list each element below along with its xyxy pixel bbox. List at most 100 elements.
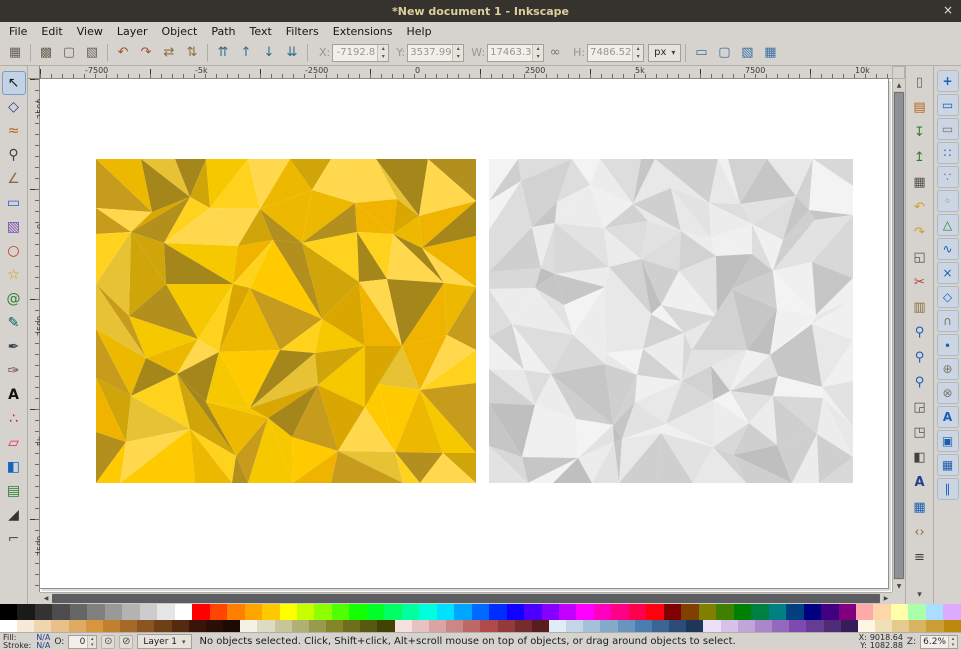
x-field-value[interactable]: -7192.8: [333, 45, 377, 61]
canvas[interactable]: [40, 79, 892, 592]
menu-object[interactable]: Object: [155, 24, 205, 39]
palette-swatch[interactable]: [34, 620, 51, 632]
palette-swatch[interactable]: [892, 620, 909, 632]
palette-swatch[interactable]: [314, 604, 331, 620]
palette-swatch[interactable]: [349, 604, 366, 620]
scale-stroke-toggle-button[interactable]: ▭: [690, 42, 712, 64]
dropper-tool-button[interactable]: ◢: [2, 503, 26, 527]
open-document-button[interactable]: ▤: [908, 95, 932, 119]
palette-swatch[interactable]: [446, 620, 463, 632]
copy-button[interactable]: ◱: [908, 245, 932, 269]
palette-swatch[interactable]: [841, 620, 858, 632]
snap-page-border-button[interactable]: ▣: [937, 430, 959, 452]
w-field[interactable]: 17463.3 ▴▾: [487, 44, 544, 62]
gradient-tool-button[interactable]: ▤: [2, 479, 26, 503]
palette-swatch[interactable]: [17, 620, 34, 632]
palette-swatch[interactable]: [326, 620, 343, 632]
palette-swatch[interactable]: [821, 604, 838, 620]
scale-corners-toggle-button[interactable]: ▢: [713, 42, 735, 64]
palette-swatch[interactable]: [297, 604, 314, 620]
w-field-value[interactable]: 17463.3: [488, 45, 532, 61]
ellipse-tool-button[interactable]: ○: [2, 239, 26, 263]
palette-swatch[interactable]: [309, 620, 326, 632]
palette-swatch[interactable]: [769, 604, 786, 620]
snap-cusp-nodes-button[interactable]: ◇: [937, 286, 959, 308]
palette-swatch[interactable]: [542, 604, 559, 620]
rotate-cw-button[interactable]: ↷: [135, 42, 157, 64]
zoom-to-drawing-button[interactable]: ⚲: [908, 345, 932, 369]
snap-master-toggle-button[interactable]: +: [937, 70, 959, 92]
menu-filters[interactable]: Filters: [279, 24, 326, 39]
palette-swatch[interactable]: [858, 620, 875, 632]
palette-swatch[interactable]: [681, 604, 698, 620]
palette-swatch[interactable]: [120, 620, 137, 632]
star-tool-button[interactable]: ☆: [2, 263, 26, 287]
snap-bbox-centers-button[interactable]: ◦: [937, 190, 959, 212]
vertical-scrollbar[interactable]: ▲ ▼: [892, 79, 905, 592]
fill-stroke-indicator[interactable]: Fill: N/A Stroke: N/A: [3, 634, 50, 650]
connector-tool-button[interactable]: ⌐: [2, 527, 26, 551]
cut-button[interactable]: ✂: [908, 270, 932, 294]
xml-editor-button[interactable]: ‹›: [908, 520, 932, 544]
palette-swatch[interactable]: [909, 620, 926, 632]
palette-swatch[interactable]: [463, 620, 480, 632]
lower-to-bottom-button[interactable]: ⇊: [281, 42, 303, 64]
close-button[interactable]: ×: [943, 3, 953, 17]
node-tool-button[interactable]: ◇: [2, 95, 26, 119]
palette-swatch[interactable]: [549, 620, 566, 632]
titlebar[interactable]: *New document 1 - Inkscape ×: [0, 0, 961, 22]
palette-swatch[interactable]: [891, 604, 908, 620]
scroll-down-icon[interactable]: ▼: [893, 580, 905, 592]
zoom-stepper[interactable]: ▴▾: [948, 636, 957, 648]
flip-vertical-button[interactable]: ⇅: [181, 42, 203, 64]
document-properties-button[interactable]: ▦: [908, 495, 932, 519]
palette-swatch[interactable]: [629, 604, 646, 620]
palette-swatch[interactable]: [755, 620, 772, 632]
flip-horizontal-button[interactable]: ⇄: [158, 42, 180, 64]
snap-bbox-edges-button[interactable]: ▭: [937, 118, 959, 140]
eraser-tool-button[interactable]: ▱: [2, 431, 26, 455]
selector-tool-button[interactable]: ↖: [2, 71, 26, 95]
y-field-stepper[interactable]: ▴▾: [452, 45, 463, 61]
palette-swatch[interactable]: [384, 604, 401, 620]
h-field[interactable]: 7486.52 ▴▾: [587, 44, 644, 62]
palette-swatch[interactable]: [210, 604, 227, 620]
menu-help[interactable]: Help: [399, 24, 438, 39]
y-field[interactable]: 3537.99 ▴▾: [407, 44, 464, 62]
palette-swatch[interactable]: [611, 604, 628, 620]
palette-swatch[interactable]: [377, 620, 394, 632]
snap-paths-button[interactable]: ∿: [937, 238, 959, 260]
select-all-in-layers-button[interactable]: ▩: [35, 42, 57, 64]
fill-and-stroke-dialog-button[interactable]: ◧: [908, 445, 932, 469]
menu-path[interactable]: Path: [204, 24, 242, 39]
snap-smooth-nodes-button[interactable]: ∩: [937, 310, 959, 332]
deselect-button[interactable]: ▢: [58, 42, 80, 64]
palette-swatch[interactable]: [721, 620, 738, 632]
palette-swatch[interactable]: [498, 620, 515, 632]
palette-swatch[interactable]: [594, 604, 611, 620]
palette-swatch[interactable]: [559, 604, 576, 620]
scroll-right-icon[interactable]: ▶: [880, 593, 892, 604]
palette-swatch[interactable]: [332, 604, 349, 620]
palette-swatch[interactable]: [227, 604, 244, 620]
calligraphy-tool-button[interactable]: ✑: [2, 359, 26, 383]
palette-swatch[interactable]: [437, 604, 454, 620]
w-field-stepper[interactable]: ▴▾: [532, 45, 543, 61]
palette-swatch[interactable]: [635, 620, 652, 632]
palette-swatch[interactable]: [786, 604, 803, 620]
bucket-fill-tool-button[interactable]: ◧: [2, 455, 26, 479]
palette-swatch[interactable]: [875, 620, 892, 632]
palette-swatch[interactable]: [789, 620, 806, 632]
palette-swatch[interactable]: [105, 604, 122, 620]
palette-swatch[interactable]: [943, 604, 960, 620]
palette-swatch[interactable]: [489, 604, 506, 620]
zoom-spinner[interactable]: 6.2% ▴▾: [920, 635, 958, 649]
zoom-to-selection-button[interactable]: ⚲: [908, 320, 932, 344]
palette-swatch[interactable]: [576, 604, 593, 620]
undo-button[interactable]: ↶: [908, 195, 932, 219]
tweak-tool-button[interactable]: ≈: [2, 119, 26, 143]
snap-midpoints-button[interactable]: ∙: [937, 334, 959, 356]
palette-swatch[interactable]: [926, 604, 943, 620]
menu-file[interactable]: File: [2, 24, 34, 39]
spiral-tool-button[interactable]: @: [2, 287, 26, 311]
